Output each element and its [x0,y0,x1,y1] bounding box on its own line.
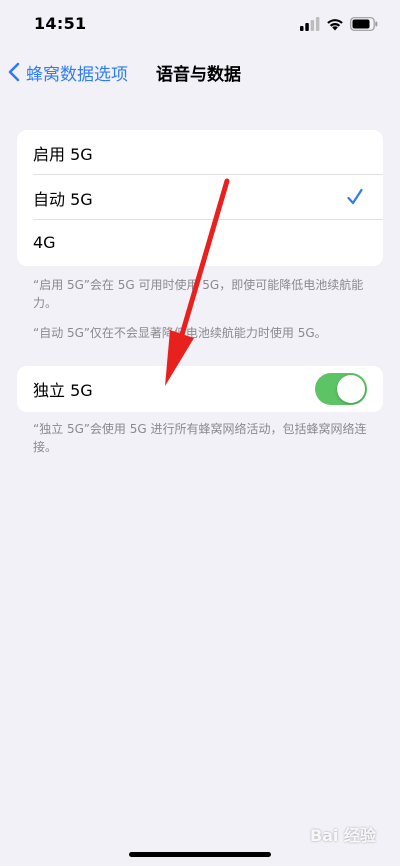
status-time: 14:51 [34,14,87,33]
footnote-standalone-5g: “独立 5G”会使用 5G 进行所有蜂窝网络活动，包括蜂窝网络连接。 [33,422,367,454]
option-auto-5g[interactable]: 自动 5G [17,175,383,220]
footnote-enable-5g: “启用 5G”会在 5G 可用时使用 5G，即使可能降低电池续航能力。 [33,278,364,310]
back-button[interactable]: 蜂窝数据选项 [8,58,128,86]
checkmark-icon [347,188,363,205]
back-button-label: 蜂窝数据选项 [26,64,128,85]
cellular-signal-icon [300,17,320,31]
standalone-5g-group: 独立 5G [17,366,383,412]
footnote-auto-5g: “自动 5G”仅在不会显著降低电池续航能力时使用 5G。 [33,326,327,340]
wifi-icon [327,19,343,31]
toggle-knob [337,375,365,403]
option-enable-5g[interactable]: 启用 5G [17,130,383,175]
standalone-5g-toggle[interactable] [315,373,367,405]
status-icons [300,14,378,34]
standalone-5g-row: 独立 5G [17,366,383,411]
status-bar: 14:51 [0,0,400,48]
option-label: 自动 5G [33,189,93,209]
option-label: 启用 5G [33,144,93,164]
option-label: 4G [33,233,56,252]
page-title: 语音与数据 [156,65,241,85]
home-indicator[interactable] [129,852,271,857]
navigation-bar: 蜂窝数据选项 语音与数据 [0,50,400,94]
option-4g[interactable]: 4G [17,220,383,265]
chevron-left-icon [8,62,20,82]
watermark: Bai 经验 [309,826,376,845]
battery-icon [350,17,378,31]
network-mode-group: 启用 5G 自动 5G 4G [17,130,383,266]
standalone-5g-label: 独立 5G [33,380,93,400]
